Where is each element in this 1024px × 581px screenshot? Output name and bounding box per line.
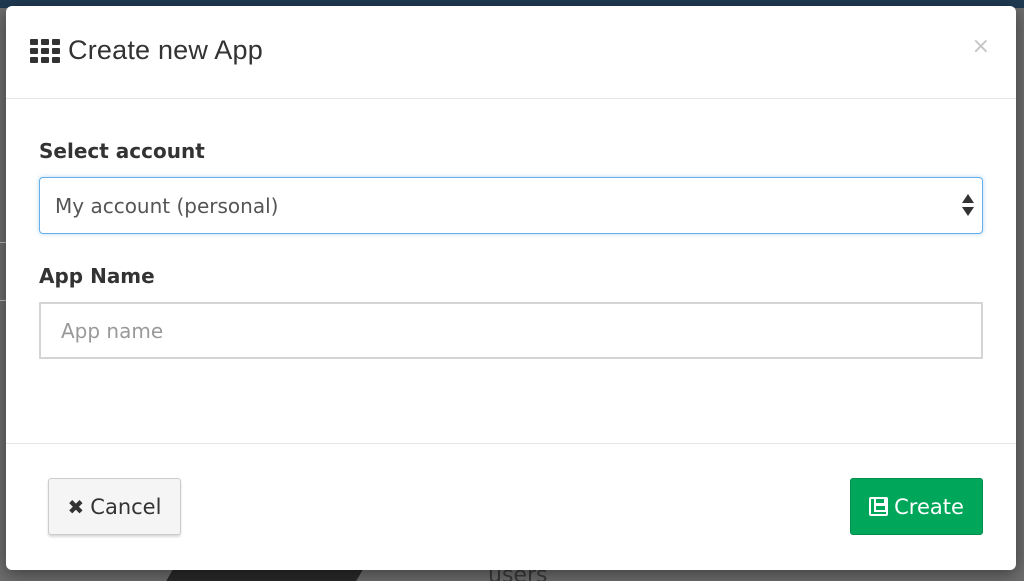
create-button-label: Create [894, 494, 964, 519]
modal-header: Create new App × [6, 6, 1016, 99]
modal-footer: ✖ Cancel Create [6, 444, 1016, 570]
close-icon[interactable]: × [972, 36, 990, 58]
modal-title-wrap: Create new App [30, 35, 263, 66]
app-name-input[interactable] [39, 302, 983, 359]
account-select[interactable]: My account (personal) [39, 177, 983, 234]
create-button[interactable]: Create [850, 478, 983, 535]
app-name-label: App Name [39, 264, 155, 288]
times-icon: ✖ [67, 494, 85, 519]
account-select-value: My account (personal) [55, 193, 279, 218]
select-account-label: Select account [39, 139, 205, 163]
cancel-button[interactable]: ✖ Cancel [48, 478, 181, 535]
modal-title: Create new App [68, 35, 263, 65]
modal-body: Select account My account (personal) App… [6, 99, 1016, 444]
floppy-disk-icon [869, 497, 889, 516]
th-grid-icon [30, 38, 60, 63]
create-app-modal: Create new App × Select account My accou… [6, 6, 1016, 570]
cancel-button-label: Cancel [90, 494, 162, 519]
select-arrows-icon [962, 194, 974, 218]
